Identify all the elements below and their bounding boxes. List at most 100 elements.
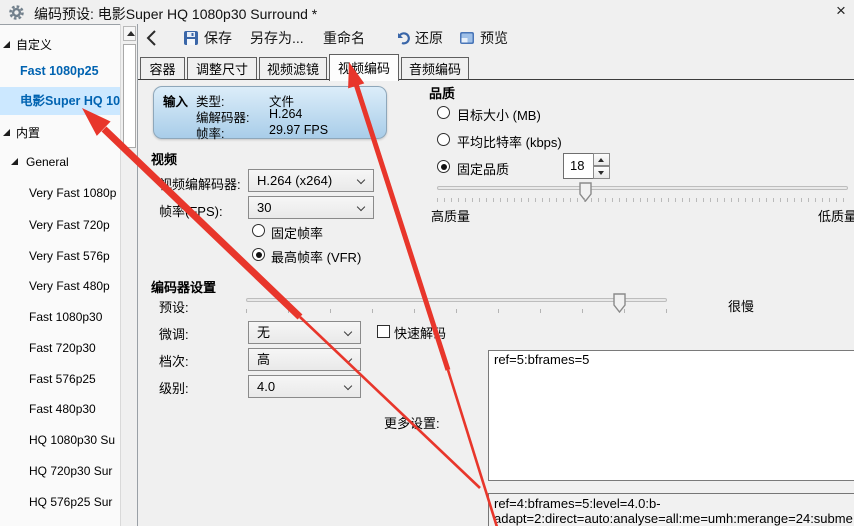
sidebar-item-fast-576p25[interactable]: Fast 576p25 [0,365,120,393]
sidebar-item-fast-480p30[interactable]: Fast 480p30 [0,395,120,423]
level-label: 级别: [159,381,189,396]
cq-increment-icon[interactable] [593,153,610,166]
tab-label: 视频滤镜 [266,62,319,77]
quality-low-label: 低质量 [818,209,854,224]
encoder-preset-label: 预设: [159,300,189,315]
preview-button[interactable]: 预览 [459,26,508,50]
tune-label: 微调: [159,327,189,342]
sidebar-item-label: Very Fast 576p [29,249,110,263]
revert-button[interactable]: 还原 [394,26,443,50]
video-fps-value: 30 [257,200,272,215]
close-icon[interactable]: × [830,1,852,21]
rename-label: 重命名 [323,30,365,46]
sidebar-group-general[interactable]: General [0,148,120,176]
vfr-radio[interactable] [252,248,265,261]
tab-strip-underline [138,79,854,80]
x264-options-tooltip: ref=4:bframes=5:level=4.0:b- adapt=2:dir… [488,493,854,526]
save-button[interactable]: 保存 [183,26,232,50]
sidebar-item-very-fast-480p[interactable]: Very Fast 480p [0,272,120,300]
preset-sidebar: 自定义 Fast 1080p25 电影Super HQ 10 内置 Genera… [0,24,138,526]
extra-options-textarea[interactable]: ref=5:bframes=5 [488,350,854,481]
cfr-radio[interactable] [252,224,265,237]
cfr-label: 固定帧率 [271,226,324,241]
cq-decrement-icon[interactable] [593,166,610,179]
sidebar-item-label: HQ 720p30 Sur [29,464,113,478]
sidebar-item-label: Very Fast 1080p [29,186,117,200]
sidebar-group-builtin[interactable]: 内置 [0,119,120,147]
extra-options-label: 更多设置: [384,416,440,431]
sidebar-item-hq-720p30[interactable]: HQ 720p30 Sur [0,457,120,485]
sidebar-item-label: 自定义 [16,38,53,52]
sidebar-item-label: General [26,155,69,169]
source-heading: 输入 [163,95,189,109]
quality-slider-ticks [437,198,848,202]
video-section-heading: 视频 [151,152,178,167]
sidebar-item-fast-1080p25[interactable]: Fast 1080p25 [0,57,120,85]
back-icon [146,30,156,46]
scroll-up-icon[interactable] [123,26,136,41]
sidebar-scrollbar[interactable] [120,24,137,526]
save-label: 保存 [204,30,232,46]
sidebar-item-hq-1080p30[interactable]: HQ 1080p30 Su [0,426,120,454]
tooltip-line1: ref=4:bframes=5:level=4.0:b- [494,496,661,511]
cq-value-field[interactable]: 18 [563,153,594,179]
sidebar-item-fast-720p30[interactable]: Fast 720p30 [0,334,120,362]
fast-decode-checkbox[interactable] [377,325,390,338]
video-fps-select[interactable]: 30 [248,196,374,219]
tab-video-filters[interactable]: 视频滤镜 [259,57,327,80]
sidebar-item-label: Very Fast 480p [29,279,110,293]
tooltip-line2: adapt=2:direct=auto:analyse=all:me=umh:m… [494,511,853,526]
profile-select[interactable]: 高 [248,348,361,371]
level-select[interactable]: 4.0 [248,375,361,398]
tune-value: 无 [257,325,271,340]
expander-icon[interactable] [3,129,10,136]
source-codec-value: H.264 [269,107,303,121]
sidebar-group-custom[interactable]: 自定义 [0,31,120,59]
quality-heading: 品质 [429,86,456,101]
preset-slider-ticks [246,309,667,313]
quality-slider-track[interactable] [437,186,848,190]
tab-label: 调整尺寸 [195,62,248,77]
video-codec-label: 视频编解码器: [159,177,241,192]
constant-quality-radio[interactable] [437,160,450,173]
avg-bitrate-label: 平均比特率 (kbps) [457,135,562,150]
target-size-radio[interactable] [437,106,450,119]
tab-label: 视频编码 [337,61,390,76]
constant-quality-label: 固定品质 [457,162,510,177]
vfr-label: 最高帧率 (VFR) [271,250,362,265]
sidebar-item-label: 内置 [16,126,41,140]
rename-button[interactable]: 重命名 [323,26,365,50]
profile-value: 高 [257,352,271,367]
expander-icon[interactable] [3,41,10,48]
tab-video-encode[interactable]: 视频编码 [329,54,399,81]
sidebar-item-fast-1080p30[interactable]: Fast 1080p30 [0,303,120,331]
tune-select[interactable]: 无 [248,321,361,344]
sidebar-item-very-fast-720p[interactable]: Very Fast 720p [0,211,120,239]
encoder-heading: 编码器设置 [151,280,217,295]
title-bar: 编码预设: 电影Super HQ 1080p30 Surround * × [0,0,854,24]
scroll-thumb[interactable] [123,44,136,148]
preset-slider-track[interactable] [246,298,667,302]
sidebar-item-label: Fast 1080p25 [20,64,99,78]
target-size-label: 目标大小 (MB) [457,108,541,123]
gear-icon [9,5,24,20]
revert-label: 还原 [415,30,443,46]
video-codec-value: H.264 (x264) [257,173,333,188]
sidebar-item-hq-576p25[interactable]: HQ 576p25 Sur [0,488,120,516]
save-as-button[interactable]: 另存为... [250,26,304,50]
sidebar-item-very-fast-576p[interactable]: Very Fast 576p [0,242,120,270]
tab-dimensions[interactable]: 调整尺寸 [187,57,257,80]
back-button[interactable] [145,26,157,50]
sidebar-item-very-fast-1080p[interactable]: Very Fast 1080p [0,179,120,207]
video-codec-select[interactable]: H.264 (x264) [248,169,374,192]
tab-audio-encode[interactable]: 音频编码 [401,57,469,80]
save-as-label: 另存为... [250,30,304,46]
undo-icon [397,32,410,45]
expander-icon[interactable] [11,158,18,165]
sidebar-item-movie-super-hq[interactable]: 电影Super HQ 10 [0,87,120,115]
profile-label: 档次: [159,354,189,369]
avg-bitrate-radio[interactable] [437,133,450,146]
tab-container[interactable]: 容器 [140,57,185,80]
sidebar-item-label: Fast 576p25 [29,372,96,386]
sidebar-item-label: HQ 576p25 Sur [29,495,113,509]
